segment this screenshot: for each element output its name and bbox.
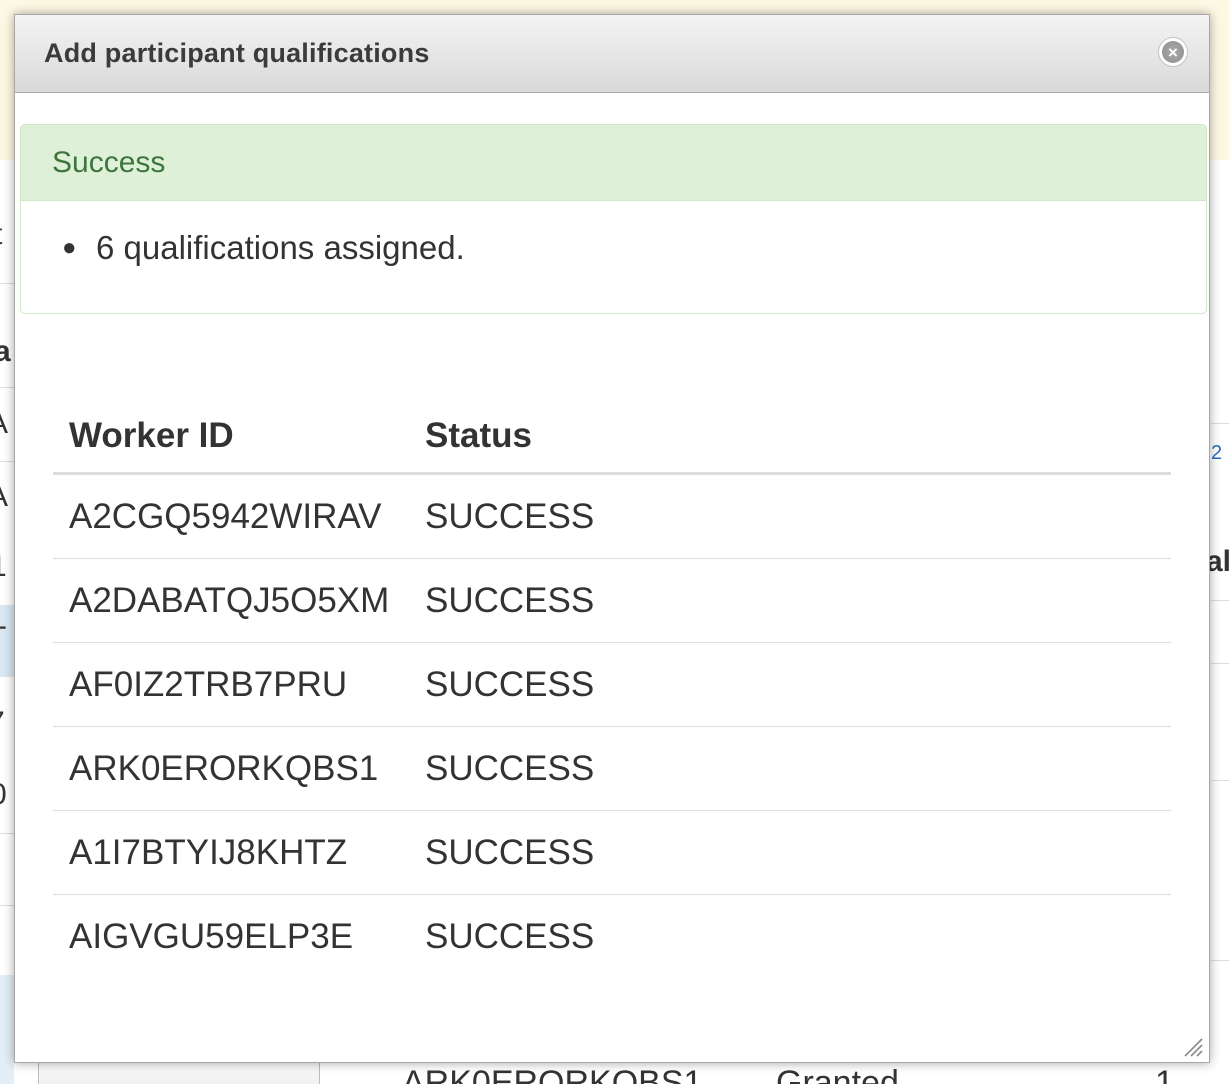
worker-id-cell: AIGVGU59ELP3E xyxy=(69,916,354,956)
page: t a A A 1 T 7 0 2 al ARK0ERORKQBS1 Grant… xyxy=(0,0,1229,1084)
background-worker-id: ARK0ERORKQBS1 xyxy=(402,1064,703,1084)
dialog-header: Add participant qualifications × xyxy=(15,15,1209,93)
background-divider xyxy=(0,905,14,906)
dialog-title: Add participant qualifications xyxy=(44,38,430,68)
background-divider xyxy=(0,833,14,834)
background-text: a xyxy=(0,335,11,368)
background-panel xyxy=(0,975,14,1084)
results-table: Worker ID Status A2CGQ5942WIRAV SUCCESS … xyxy=(53,400,1171,978)
alert-message-text: 6 qualifications assigned. xyxy=(96,229,465,266)
close-button[interactable]: × xyxy=(1158,37,1188,67)
success-alert: Success ● 6 qualifications assigned. xyxy=(20,124,1207,314)
status-cell: SUCCESS xyxy=(409,473,1171,559)
alert-body: ● 6 qualifications assigned. xyxy=(21,201,1206,313)
background-divider xyxy=(0,387,14,388)
resize-handle-icon[interactable] xyxy=(1181,1035,1203,1057)
table-row: ARK0ERORKQBS1 SUCCESS xyxy=(53,726,1171,811)
background-divider xyxy=(0,283,14,284)
column-header-status: Status xyxy=(409,400,1171,475)
alert-heading: Success xyxy=(21,125,1206,201)
background-divider xyxy=(1211,600,1229,601)
status-cell: SUCCESS xyxy=(425,916,595,956)
background-divider xyxy=(1211,423,1229,424)
background-text: A xyxy=(0,407,8,441)
background-text: 0 xyxy=(0,778,7,812)
worker-id-cell: A1I7BTYIJ8KHTZ xyxy=(53,810,409,895)
table-header-row: Worker ID Status xyxy=(53,400,1171,475)
background-link[interactable]: 2 xyxy=(1211,442,1222,465)
table-row: A2DABATQJ5O5XM SUCCESS xyxy=(53,558,1171,643)
worker-id-cell: AF0IZ2TRB7PRU xyxy=(53,642,409,727)
background-text: 7 xyxy=(0,706,5,740)
background-divider xyxy=(1211,960,1229,961)
background-divider xyxy=(1211,780,1229,781)
worker-id-cell: A2CGQ5942WIRAV xyxy=(53,473,409,559)
status-cell: SUCCESS xyxy=(409,642,1171,727)
worker-id-cell: ARK0ERORKQBS1 xyxy=(53,726,409,811)
close-icon: × xyxy=(1162,41,1184,63)
background-value: 1 xyxy=(1155,1064,1174,1084)
bullet-icon: ● xyxy=(62,234,77,261)
background-divider xyxy=(1211,663,1229,664)
status-cell: SUCCESS xyxy=(409,726,1171,811)
table-row: A2CGQ5942WIRAV SUCCESS xyxy=(53,473,1171,559)
table-row: AF0IZ2TRB7PRU SUCCESS xyxy=(53,642,1171,727)
background-text: t xyxy=(0,218,2,252)
background-text: T xyxy=(0,621,6,655)
background-text: A xyxy=(0,480,8,514)
background-divider xyxy=(0,461,14,462)
table-row: A1I7BTYIJ8KHTZ SUCCESS xyxy=(53,810,1171,895)
worker-id-cell: A2DABATQJ5O5XM xyxy=(53,558,409,643)
add-qualifications-dialog: Add participant qualifications × Success… xyxy=(14,14,1210,1063)
status-cell: SUCCESS xyxy=(409,810,1171,895)
background-status: Granted xyxy=(776,1064,899,1084)
column-header-worker-id: Worker ID xyxy=(53,400,409,475)
table-row: AIGVGU59ELP3E SUCCESS xyxy=(53,895,1171,979)
alert-message: ● 6 qualifications assigned. xyxy=(62,229,465,267)
background-text: 1 xyxy=(0,550,7,584)
status-cell: SUCCESS xyxy=(409,558,1171,643)
